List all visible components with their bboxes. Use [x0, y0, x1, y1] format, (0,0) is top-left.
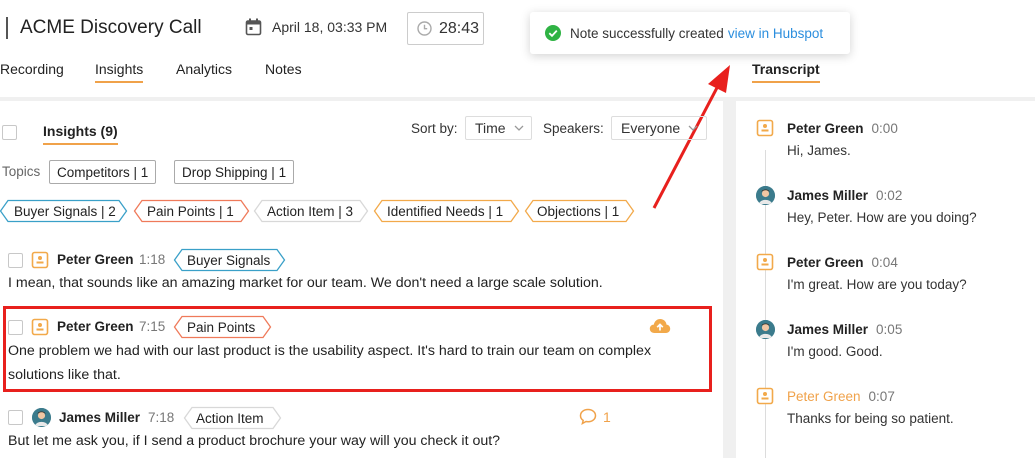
annotation-highlight-box [3, 306, 712, 392]
topic-chip-competitors[interactable]: Competitors | 1 [49, 160, 157, 184]
category-label: Identified Needs | 1 [387, 203, 504, 219]
speakers-select[interactable]: Everyone [611, 116, 707, 140]
transcript-entry-header: James Miller 0:02 [787, 188, 902, 203]
document-icon [756, 387, 774, 405]
category-action-item[interactable]: Action Item | 3 [253, 199, 369, 223]
transcript-speaker[interactable]: James Miller [787, 188, 868, 203]
call-title: ACME Discovery Call [20, 17, 202, 38]
insight-tag-action-item[interactable]: Action Item [183, 406, 282, 430]
tab-recording[interactable]: Recording [0, 61, 64, 77]
document-icon [756, 119, 774, 137]
avatar [32, 408, 51, 427]
tab-notes[interactable]: Notes [265, 61, 302, 77]
transcript-timestamp[interactable]: 0:02 [876, 188, 902, 203]
tab-insights[interactable]: Insights [95, 61, 144, 83]
transcript-text: Hey, Peter. How are you doing? [787, 210, 977, 225]
transcript-text: Hi, James. [787, 143, 851, 158]
call-review-page: ACME Discovery Call April 18, 03:33 PM 2… [0, 0, 1035, 458]
topic-chip-drop-shipping[interactable]: Drop Shipping | 1 [174, 160, 295, 184]
transcript-speaker[interactable]: Peter Green [787, 255, 864, 270]
category-label: Buyer Signals | 2 [14, 203, 116, 219]
transcript-entry-header: Peter Green 0:00 [787, 121, 898, 136]
transcript-timestamp[interactable]: 0:00 [872, 121, 898, 136]
comment-icon [579, 408, 597, 425]
transcript-text: I'm great. How are you today? [787, 277, 967, 292]
transcript-entry-header: Peter Green 0:07 [787, 389, 895, 404]
calendar-icon [245, 18, 262, 36]
clock-icon [417, 21, 432, 36]
transcript-speaker[interactable]: James Miller [787, 322, 868, 337]
insight-speaker[interactable]: James Miller [59, 410, 140, 425]
insight-speaker[interactable]: Peter Green [57, 252, 134, 267]
sort-label: Sort by: [411, 121, 458, 136]
insight-tag-buyer-signals[interactable]: Buyer Signals [173, 248, 286, 272]
transcript-entry-header: Peter Green 0:04 [787, 255, 898, 270]
transcript-entry-header: James Miller 0:05 [787, 322, 902, 337]
main-tabs: Recording Insights Analytics Notes [0, 61, 320, 87]
sort-select[interactable]: Time [465, 116, 532, 140]
document-icon [31, 251, 49, 269]
category-label: Action Item | 3 [267, 203, 354, 219]
insights-count-tab[interactable]: Insights (9) [43, 123, 118, 145]
transcript-timestamp[interactable]: 0:05 [876, 322, 902, 337]
category-buyer-signals[interactable]: Buyer Signals | 2 [0, 199, 128, 223]
topics-label: Topics [2, 164, 41, 179]
select-all-checkbox[interactable] [2, 125, 17, 140]
call-duration: 28:43 [407, 12, 484, 45]
category-identified-needs[interactable]: Identified Needs | 1 [373, 199, 520, 223]
insight-tag-label: Buyer Signals [187, 252, 271, 268]
transcript-timestamp[interactable]: 0:07 [869, 389, 895, 404]
speakers-label: Speakers: [543, 121, 604, 136]
insight-checkbox[interactable] [8, 410, 23, 425]
speakers-select-value: Everyone [621, 120, 681, 136]
sort-select-value: Time [475, 120, 506, 136]
insight-text: I mean, that sounds like an amazing mark… [8, 275, 603, 291]
tab-analytics[interactable]: Analytics [176, 61, 232, 77]
comment-count-value: 1 [603, 408, 611, 425]
back-button[interactable] [0, 17, 8, 39]
insight-timestamp[interactable]: 7:18 [148, 410, 174, 425]
tab-transcript[interactable]: Transcript [752, 61, 820, 83]
category-label: Pain Points | 1 [147, 203, 234, 219]
avatar [756, 186, 775, 205]
insight-timestamp[interactable]: 1:18 [139, 252, 165, 267]
transcript-speaker-active[interactable]: Peter Green [787, 389, 861, 404]
success-toast: Note successfully created view in Hubspo… [530, 12, 850, 54]
category-objections[interactable]: Objections | 1 [524, 199, 635, 223]
transcript-text: Thanks for being so patient. [787, 411, 954, 426]
annotation-arrow [652, 65, 730, 209]
call-duration-text: 28:43 [439, 19, 480, 37]
toast-message: Note successfully created [570, 25, 724, 41]
call-date: April 18, 03:33 PM [245, 18, 387, 36]
divider [0, 97, 1035, 101]
category-pain-points[interactable]: Pain Points | 1 [133, 199, 250, 223]
chevron-down-icon [688, 125, 698, 131]
comment-count[interactable]: 1 [579, 408, 611, 425]
document-icon [756, 253, 774, 271]
avatar [756, 320, 775, 339]
insight-checkbox[interactable] [8, 253, 23, 268]
check-circle-icon [545, 25, 561, 41]
insight-text: But let me ask you, if I send a product … [8, 433, 501, 449]
call-date-text: April 18, 03:33 PM [272, 19, 388, 35]
transcript-speaker[interactable]: Peter Green [787, 121, 864, 136]
view-in-hubspot-link[interactable]: view in Hubspot [728, 26, 823, 41]
insight-tag-label: Action Item [196, 410, 264, 426]
transcript-text: I'm good. Good. [787, 344, 883, 359]
chevron-down-icon [514, 125, 524, 131]
transcript-timestamp[interactable]: 0:04 [872, 255, 898, 270]
category-label: Objections | 1 [537, 203, 620, 219]
